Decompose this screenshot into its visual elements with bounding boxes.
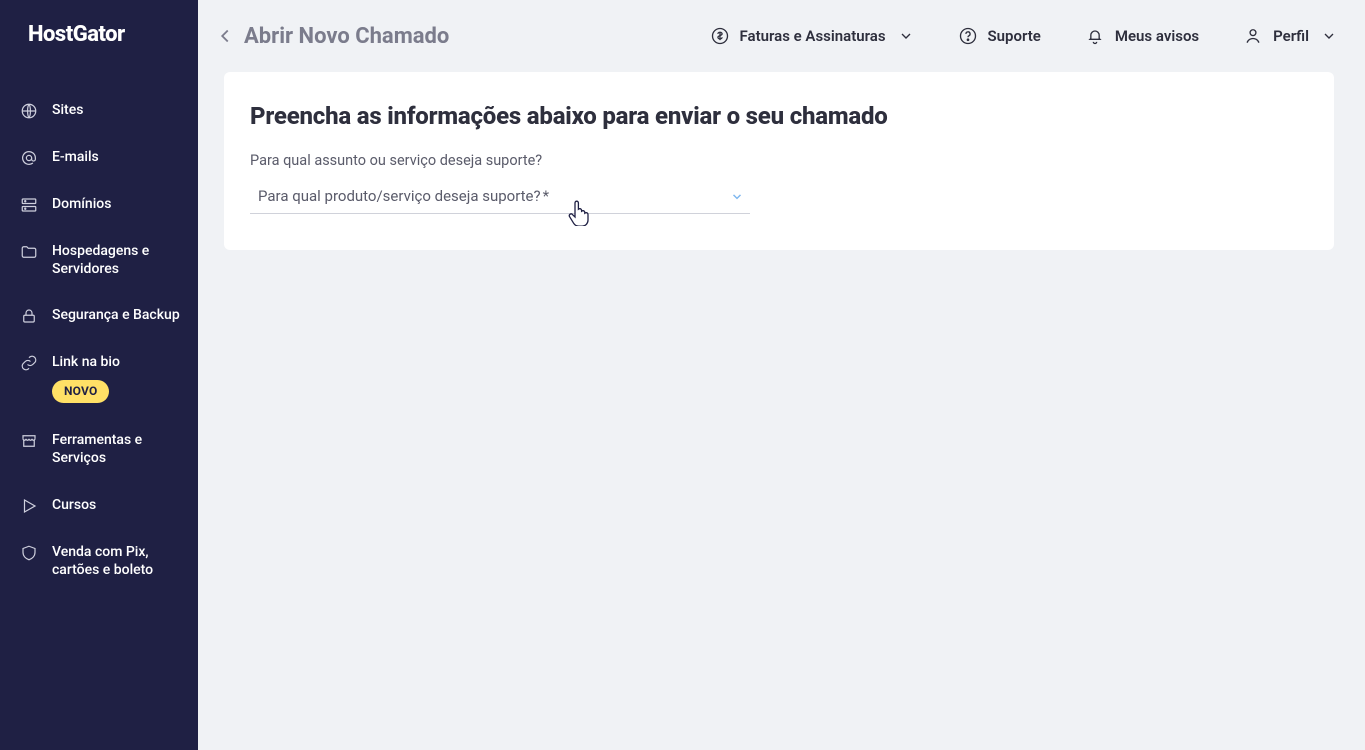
field-label: Para qual assunto ou serviço deseja supo… [250,152,1308,169]
brand-logo: HostGator [0,22,198,47]
question-circle-icon [958,26,978,46]
sidebar-item-label: Venda com Pix, cartões e boleto [52,543,182,579]
main-area: Abrir Novo Chamado Faturas e Assinaturas… [198,0,1365,750]
sidebar-item-label: E-mails [52,148,99,166]
top-bar: Abrir Novo Chamado Faturas e Assinaturas… [198,0,1365,72]
top-link-invoices[interactable]: Faturas e Assinaturas [710,26,914,46]
chevron-down-icon [898,28,914,44]
top-link-label: Faturas e Assinaturas [740,27,886,45]
back-button[interactable] [214,25,236,47]
sidebar-item-sell[interactable]: Venda com Pix, cartões e boleto [0,529,198,593]
sidebar-nav: Sites E-mails Domínios Hospedagens e Ser… [0,87,198,593]
product-service-select[interactable]: Para qual produto/serviço deseja suporte… [250,183,750,214]
sidebar-item-label: Ferramentas e Serviços [52,431,182,467]
link-icon [20,354,38,372]
top-link-notifications[interactable]: Meus avisos [1085,26,1199,46]
sidebar-item-label: Hospedagens e Servidores [52,242,182,278]
sidebar-item-sites[interactable]: Sites [0,87,198,134]
sidebar-item-linkbio[interactable]: Link na bio NOVO [0,339,198,417]
at-sign-icon [20,149,38,167]
sidebar-item-courses[interactable]: Cursos [0,482,198,529]
play-icon [20,497,38,515]
sidebar: HostGator Sites E-mails Domínios Hospeda… [0,0,198,750]
lock-icon [20,307,38,325]
top-link-label: Suporte [988,27,1041,45]
card-title: Preencha as informações abaixo para envi… [250,102,1308,130]
chevron-down-icon [730,190,744,204]
sidebar-item-tools[interactable]: Ferramentas e Serviços [0,417,198,481]
arrow-left-icon [214,25,236,47]
shield-icon [20,544,38,562]
user-icon [1243,26,1263,46]
sidebar-item-hosting[interactable]: Hospedagens e Servidores [0,228,198,292]
top-link-profile[interactable]: Perfil [1243,26,1337,46]
sidebar-item-label: Link na bio [52,353,120,371]
sidebar-item-label: Sites [52,101,83,119]
select-placeholder: Para qual produto/serviço deseja suporte… [258,187,549,205]
sidebar-item-label: Segurança e Backup [52,306,180,324]
dollar-circle-icon [710,26,730,46]
sidebar-item-emails[interactable]: E-mails [0,134,198,181]
content: Preencha as informações abaixo para envi… [198,72,1365,276]
sidebar-item-domains[interactable]: Domínios [0,181,198,228]
chevron-down-icon [1321,28,1337,44]
top-nav-links: Faturas e Assinaturas Suporte Meus aviso… [710,26,1337,46]
server-icon [20,196,38,214]
top-link-label: Perfil [1273,27,1309,45]
top-link-label: Meus avisos [1115,27,1199,45]
sidebar-item-security[interactable]: Segurança e Backup [0,292,198,339]
store-icon [20,432,38,450]
ticket-card: Preencha as informações abaixo para envi… [224,72,1334,250]
new-badge: NOVO [52,380,109,404]
sidebar-item-label: Domínios [52,195,111,213]
bell-icon [1085,26,1105,46]
folder-icon [20,243,38,261]
sidebar-item-label: Cursos [52,496,96,514]
page-title: Abrir Novo Chamado [244,24,449,49]
globe-icon [20,102,38,120]
top-link-support[interactable]: Suporte [958,26,1041,46]
